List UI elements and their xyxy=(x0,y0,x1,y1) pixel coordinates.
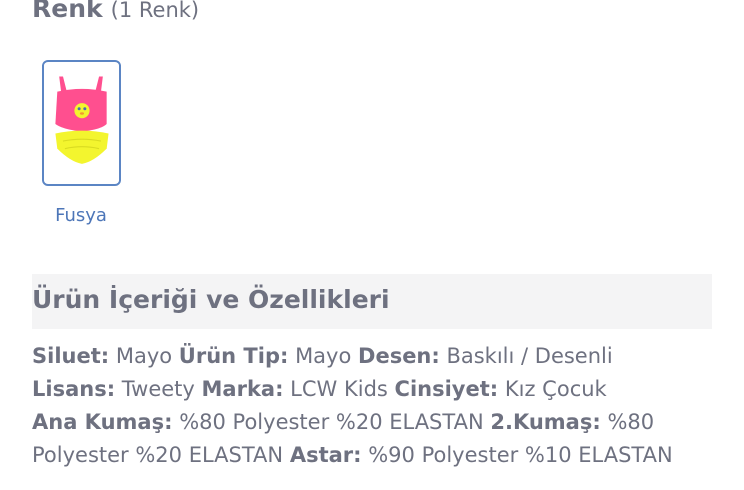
attr-value-desen: Baskılı / Desenli xyxy=(446,344,613,368)
attr-value-urun-tip: Mayo xyxy=(295,344,352,368)
attr-key-2-kumas: 2.Kumaş: xyxy=(490,410,601,434)
attr-key-ana-kumas: Ana Kumaş: xyxy=(32,410,173,434)
attr-key-desen: Desen: xyxy=(358,344,440,368)
color-section-header: Renk (1 Renk) xyxy=(32,0,199,28)
attr-value-marka: LCW Kids xyxy=(290,377,388,401)
color-section-title: Renk xyxy=(32,0,103,23)
color-count-label: (1 Renk) xyxy=(110,0,200,22)
attr-key-siluet: Siluet: xyxy=(32,344,110,368)
attr-value-lisans: Tweety xyxy=(121,377,195,401)
attr-key-marka: Marka: xyxy=(201,377,284,401)
product-attributes: Siluet: Mayo Ürün Tip: Mayo Desen: Baskı… xyxy=(32,340,722,472)
product-features-title: Ürün İçeriği ve Özellikleri xyxy=(32,285,390,314)
attr-value-cinsiyet: Kız Çocuk xyxy=(504,377,607,401)
attr-value-siluet: Mayo xyxy=(115,344,173,368)
attr-value-astar: %90 Polyester %10 ELASTAN xyxy=(368,443,673,467)
color-swatch-label[interactable]: Fusya xyxy=(30,205,132,226)
product-features-header: Ürün İçeriği ve Özellikleri xyxy=(32,274,712,329)
attr-key-cinsiyet: Cinsiyet: xyxy=(394,377,499,401)
color-swatch-fusya[interactable] xyxy=(42,60,121,186)
attr-value-ana-kumas: %80 Polyester %20 ELASTAN xyxy=(179,410,484,434)
attr-key-lisans: Lisans: xyxy=(32,377,116,401)
swimsuit-thumbnail-image xyxy=(44,63,119,183)
attr-key-urun-tip: Ürün Tip: xyxy=(178,344,289,368)
attr-key-astar: Astar: xyxy=(289,443,362,467)
